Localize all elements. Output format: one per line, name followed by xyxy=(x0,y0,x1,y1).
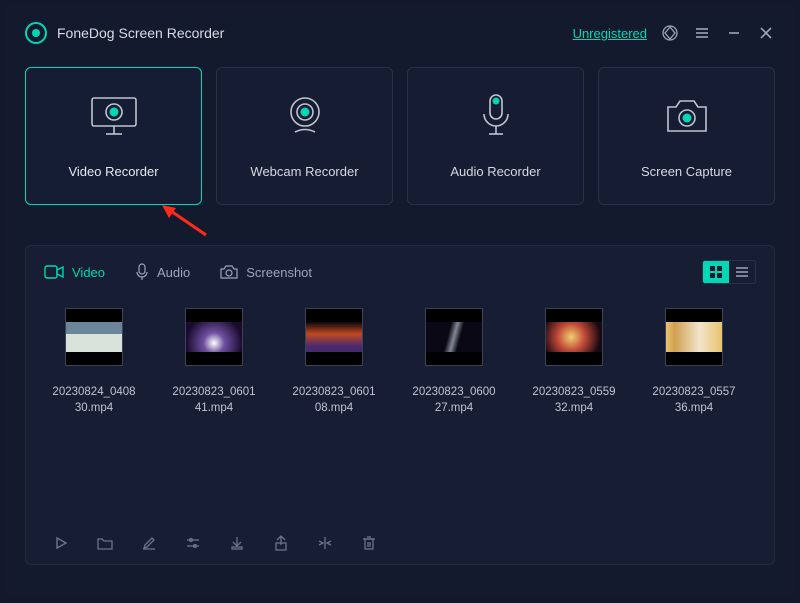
file-item[interactable]: 20230823_0559 32.mp4 xyxy=(524,308,624,416)
minimize-button[interactable] xyxy=(725,24,743,42)
file-item[interactable]: 20230823_0557 36.mp4 xyxy=(644,308,744,416)
app-title: FoneDog Screen Recorder xyxy=(57,25,224,41)
mode-card-row: Video Recorder Webcam Recorder xyxy=(25,67,775,205)
settings-button[interactable] xyxy=(661,24,679,42)
open-folder-button[interactable] xyxy=(94,532,116,554)
file-name: 20230823_0600 27.mp4 xyxy=(412,384,495,416)
mic-small-icon xyxy=(135,263,149,281)
files-tabs: Video Audio Screenshot xyxy=(44,260,756,284)
file-item[interactable]: 20230823_0600 27.mp4 xyxy=(404,308,504,416)
files-panel: Video Audio Screenshot xyxy=(25,245,775,565)
delete-button[interactable] xyxy=(358,532,380,554)
title-left: FoneDog Screen Recorder xyxy=(25,22,224,44)
webcam-recorder-card[interactable]: Webcam Recorder xyxy=(216,67,393,205)
thumbnail-preview xyxy=(185,308,243,366)
sliders-button[interactable] xyxy=(182,532,204,554)
monitor-record-icon xyxy=(88,94,140,138)
tab-video-label: Video xyxy=(72,265,105,280)
arrow-annotation-icon xyxy=(160,203,210,244)
file-name: 20230823_0557 36.mp4 xyxy=(652,384,735,416)
convert-button[interactable] xyxy=(314,532,336,554)
audio-recorder-label: Audio Recorder xyxy=(450,164,540,179)
title-bar: FoneDog Screen Recorder Unregistered xyxy=(25,17,775,49)
grid-view-button[interactable] xyxy=(703,261,729,283)
edit-button[interactable] xyxy=(138,532,160,554)
thumbnail-preview xyxy=(665,308,723,366)
tab-screenshot-label: Screenshot xyxy=(246,265,312,280)
webcam-recorder-label: Webcam Recorder xyxy=(250,164,358,179)
thumbnail-preview xyxy=(305,308,363,366)
video-recorder-label: Video Recorder xyxy=(68,164,158,179)
file-item[interactable]: 20230823_0601 41.mp4 xyxy=(164,308,264,416)
thumbnail-preview xyxy=(425,308,483,366)
tab-audio-label: Audio xyxy=(157,265,190,280)
webcam-icon xyxy=(283,94,327,138)
file-item[interactable]: 20230824_0408 30.mp4 xyxy=(44,308,144,416)
file-name: 20230823_0601 41.mp4 xyxy=(172,384,255,416)
unregistered-link[interactable]: Unregistered xyxy=(573,26,647,41)
video-cam-icon xyxy=(44,265,64,279)
bottom-actions xyxy=(44,524,756,554)
view-toggle xyxy=(702,260,756,284)
thumbnail-preview xyxy=(545,308,603,366)
camera-icon xyxy=(662,94,712,138)
download-button[interactable] xyxy=(226,532,248,554)
list-view-button[interactable] xyxy=(729,261,755,283)
tabs-left: Video Audio Screenshot xyxy=(44,263,312,281)
tab-audio[interactable]: Audio xyxy=(135,263,190,281)
file-name: 20230823_0601 08.mp4 xyxy=(292,384,375,416)
thumbnails-row: 20230824_0408 30.mp4 20230823_0601 41.mp… xyxy=(44,308,756,416)
camera-small-icon xyxy=(220,265,238,279)
share-button[interactable] xyxy=(270,532,292,554)
video-recorder-card[interactable]: Video Recorder xyxy=(25,67,202,205)
microphone-icon xyxy=(476,94,516,138)
tab-screenshot[interactable]: Screenshot xyxy=(220,263,312,281)
app-window: FoneDog Screen Recorder Unregistered xyxy=(5,5,795,598)
menu-button[interactable] xyxy=(693,24,711,42)
file-name: 20230823_0559 32.mp4 xyxy=(532,384,615,416)
file-name: 20230824_0408 30.mp4 xyxy=(52,384,135,416)
title-right: Unregistered xyxy=(573,24,775,42)
audio-recorder-card[interactable]: Audio Recorder xyxy=(407,67,584,205)
tab-video[interactable]: Video xyxy=(44,263,105,281)
file-item[interactable]: 20230823_0601 08.mp4 xyxy=(284,308,384,416)
play-button[interactable] xyxy=(50,532,72,554)
screen-capture-label: Screen Capture xyxy=(641,164,732,179)
close-button[interactable] xyxy=(757,24,775,42)
logo-dot-icon xyxy=(32,29,40,37)
thumbnail-preview xyxy=(65,308,123,366)
app-logo xyxy=(25,22,47,44)
screen-capture-card[interactable]: Screen Capture xyxy=(598,67,775,205)
